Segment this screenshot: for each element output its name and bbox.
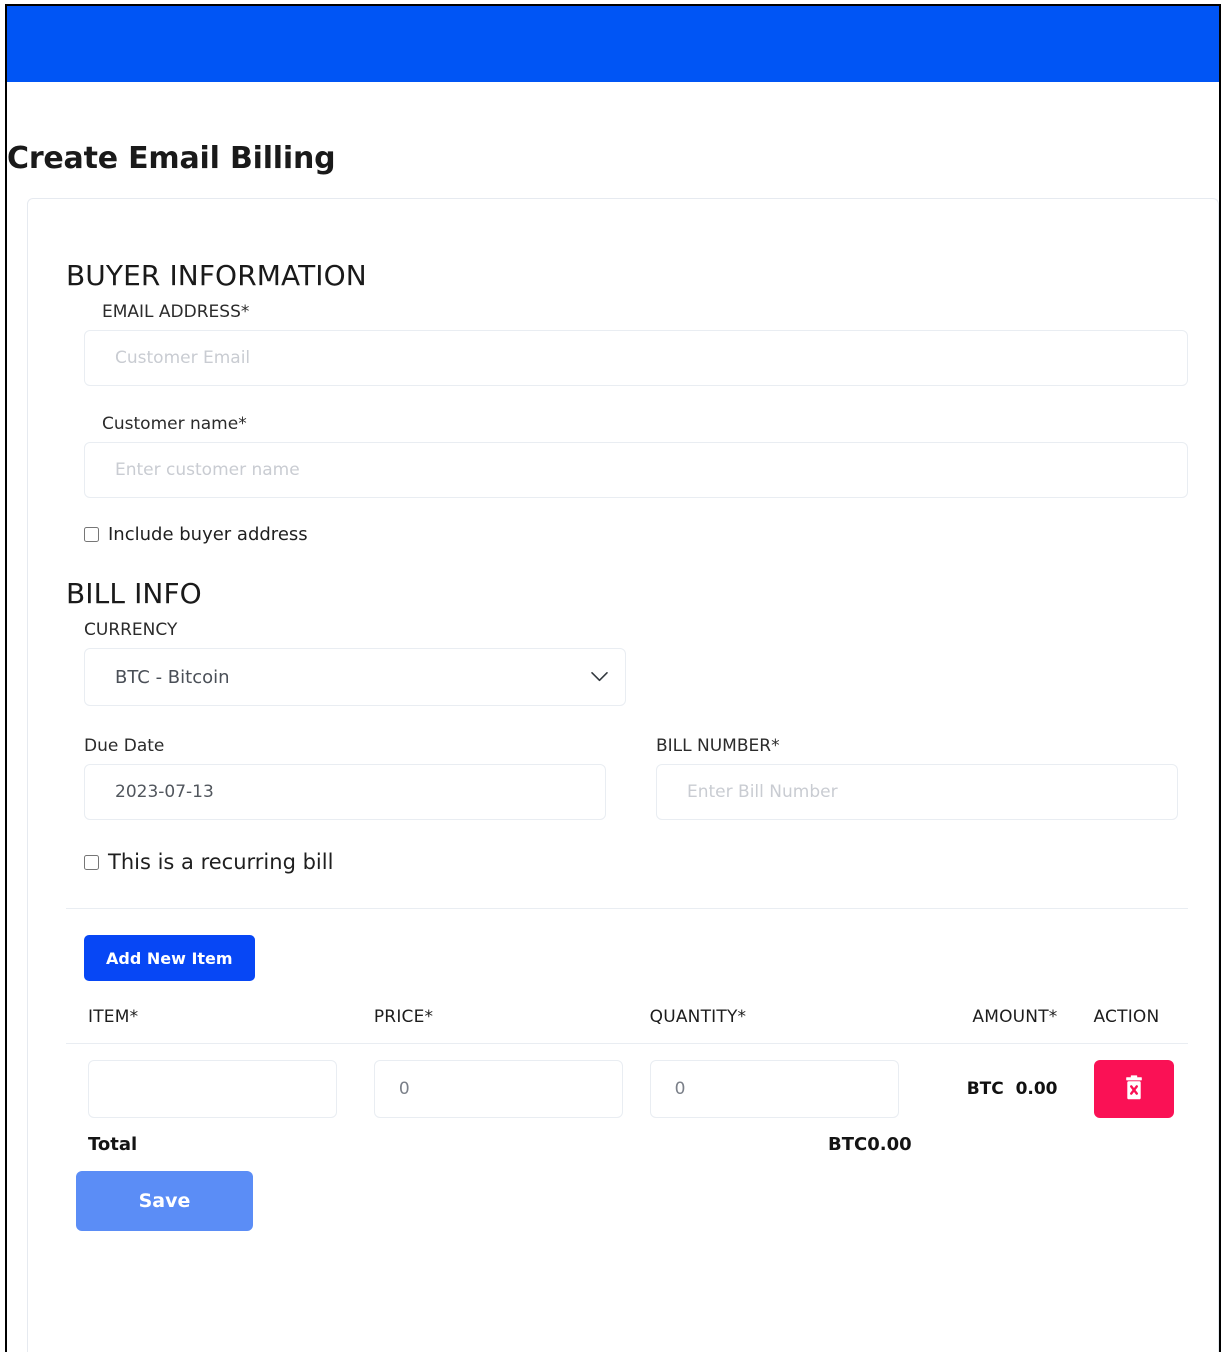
item-amount-value: BTC 0.00 [967, 1079, 1058, 1099]
recurring-bill-row[interactable]: This is a recurring bill [84, 850, 1188, 874]
total-row: Total BTC0.00 [88, 1134, 1188, 1155]
currency-label: CURRENCY [84, 620, 1188, 640]
column-header-action: ACTION [1080, 995, 1188, 1044]
include-buyer-address-label: Include buyer address [108, 524, 308, 545]
bill-number-field-group: BILL NUMBER* [656, 736, 1188, 820]
total-value: BTC0.00 [828, 1134, 912, 1155]
include-buyer-address-row[interactable]: Include buyer address [84, 524, 1188, 545]
cell-price [374, 1044, 650, 1125]
app-top-bar [7, 6, 1219, 82]
due-date-bill-number-row: Due Date BILL NUMBER* [84, 736, 1188, 820]
customer-name-label: Customer name* [102, 414, 1188, 434]
page-title: Create Email Billing [7, 82, 1219, 174]
recurring-bill-checkbox[interactable] [84, 855, 99, 870]
line-items-table: ITEM* PRICE* QUANTITY* AMOUNT* ACTION [66, 995, 1188, 1124]
bill-number-label: BILL NUMBER* [656, 736, 1188, 756]
email-address-label: EMAIL ADDRESS* [102, 302, 1188, 322]
currency-selected-value: BTC - Bitcoin [115, 667, 230, 688]
cell-action [1080, 1044, 1188, 1125]
email-address-field-group: EMAIL ADDRESS* [84, 302, 1188, 386]
cell-amount: BTC 0.00 [931, 1044, 1079, 1125]
total-label: Total [88, 1134, 828, 1155]
item-quantity-input[interactable] [650, 1060, 899, 1118]
section-divider [66, 908, 1188, 909]
column-header-amount: AMOUNT* [931, 995, 1079, 1044]
currency-select[interactable]: BTC - Bitcoin [84, 648, 626, 706]
save-button[interactable]: Save [76, 1171, 253, 1231]
buyer-information-heading: BUYER INFORMATION [66, 259, 1188, 292]
bill-info-heading: BILL INFO [66, 577, 1188, 610]
billing-form-card: BUYER INFORMATION EMAIL ADDRESS* Custome… [27, 198, 1219, 1352]
trash-icon [1123, 1075, 1145, 1104]
main-content: Create Email Billing BUYER INFORMATION E… [7, 82, 1219, 1352]
column-header-quantity: QUANTITY* [650, 995, 932, 1044]
table-row: BTC 0.00 [66, 1044, 1188, 1125]
customer-name-input[interactable] [84, 442, 1188, 498]
bill-number-input[interactable] [656, 764, 1178, 820]
due-date-field-group: Due Date [84, 736, 616, 820]
browser-viewport: Create Email Billing BUYER INFORMATION E… [5, 4, 1221, 1352]
recurring-bill-label: This is a recurring bill [108, 850, 333, 874]
currency-select-wrapper: BTC - Bitcoin [84, 648, 626, 706]
item-name-input[interactable] [88, 1060, 337, 1118]
email-address-input[interactable] [84, 330, 1188, 386]
cell-quantity [650, 1044, 932, 1125]
add-new-item-button[interactable]: Add New Item [84, 935, 255, 981]
customer-name-field-group: Customer name* [84, 414, 1188, 498]
column-header-item: ITEM* [66, 995, 374, 1044]
due-date-input[interactable] [84, 764, 606, 820]
cell-item [66, 1044, 374, 1125]
include-buyer-address-checkbox[interactable] [84, 527, 99, 542]
item-price-input[interactable] [374, 1060, 623, 1118]
column-header-price: PRICE* [374, 995, 650, 1044]
due-date-label: Due Date [84, 736, 616, 756]
delete-item-button[interactable] [1094, 1060, 1174, 1118]
table-header-row: ITEM* PRICE* QUANTITY* AMOUNT* ACTION [66, 995, 1188, 1044]
